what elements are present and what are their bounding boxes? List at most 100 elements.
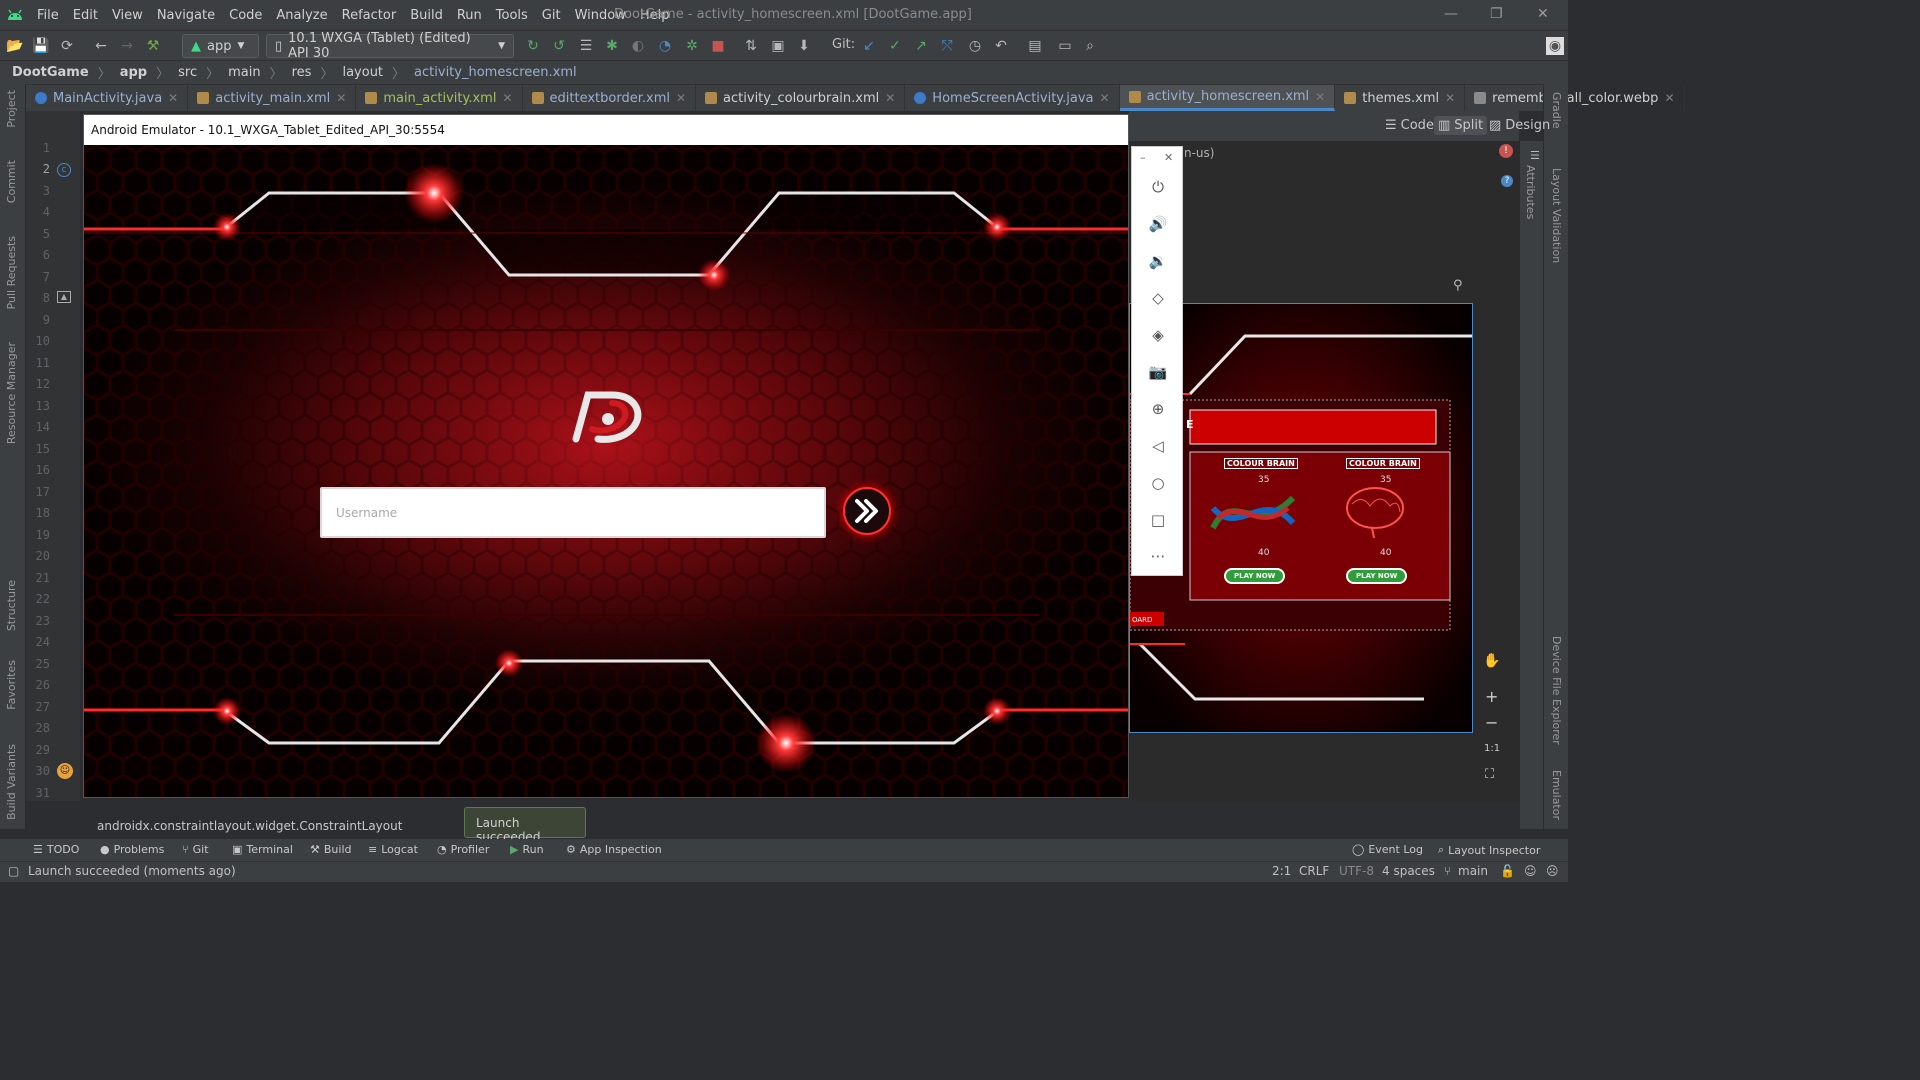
zoom-icon[interactable]: ⊕: [1148, 400, 1168, 418]
tool-event-log[interactable]: ◯ Event Log: [1352, 843, 1423, 856]
close-icon[interactable]: ✕: [336, 91, 346, 105]
minimize-icon[interactable]: –: [1140, 151, 1146, 164]
debug-icon[interactable]: ✱: [603, 37, 621, 55]
apply-code-changes-icon[interactable]: ↺: [550, 37, 568, 55]
sync-gradle-icon[interactable]: ⇅: [742, 37, 760, 55]
coverage-icon[interactable]: ◐: [629, 37, 647, 55]
image-preview-icon[interactable]: ▲: [57, 291, 71, 303]
play-now-button[interactable]: PLAY NOW: [1224, 568, 1286, 584]
sync-icon[interactable]: ⟳: [58, 37, 76, 55]
play-now-button[interactable]: PLAY NOW: [1346, 568, 1408, 584]
tool-layout-validation[interactable]: Layout Validation: [1550, 168, 1563, 263]
tool-app-inspection[interactable]: ⚙ App Inspection: [566, 843, 662, 856]
back-icon[interactable]: ◁: [1148, 437, 1168, 455]
volume-up-icon[interactable]: 🔊: [1148, 215, 1168, 233]
emulator-screen[interactable]: Username: [84, 145, 1128, 797]
caret-position[interactable]: 2:1: [1272, 864, 1291, 878]
tool-resource-manager[interactable]: Resource Manager: [5, 342, 18, 444]
tool-attributes[interactable]: Attributes: [1524, 165, 1537, 219]
close-icon[interactable]: ✕: [1100, 91, 1110, 105]
git-update-icon[interactable]: ↙: [860, 37, 878, 55]
tab-remember-all-color-webp[interactable]: remember_all_color.webp ✕: [1465, 85, 1685, 111]
close-icon[interactable]: ✕: [1664, 91, 1674, 105]
menu-run[interactable]: Run: [450, 8, 489, 23]
device-manager-icon[interactable]: ▣: [769, 37, 787, 55]
tab-activity-homescreen-xml[interactable]: activity_homescreen.xml ✕: [1119, 85, 1336, 111]
tool-commit[interactable]: Commit: [5, 160, 18, 203]
breadcrumb-module[interactable]: app: [120, 65, 147, 80]
pan-hand-icon[interactable]: ✋: [1483, 653, 1500, 669]
tab-homescreenactivity-java[interactable]: HomeScreenActivity.java ✕: [905, 85, 1120, 111]
camera-icon[interactable]: 📷: [1148, 363, 1168, 381]
breadcrumb-project[interactable]: DootGame: [12, 65, 89, 80]
split-view-button[interactable]: ▥ Split: [1434, 116, 1488, 135]
open-icon[interactable]: 📂: [6, 37, 24, 55]
git-commit-icon[interactable]: ✓: [886, 37, 904, 55]
menu-refactor[interactable]: Refactor: [335, 8, 404, 23]
tool-profiler[interactable]: ◔ Profiler: [437, 843, 489, 856]
zoom-fit-icon[interactable]: ⛶: [1485, 767, 1494, 782]
rotate-left-icon[interactable]: ◇: [1148, 289, 1168, 307]
overview-icon[interactable]: □: [1148, 511, 1168, 529]
tool-problems[interactable]: ● Problems: [100, 843, 164, 856]
tab-activity-main-xml[interactable]: activity_main.xml ✕: [188, 85, 357, 111]
attach-debugger-icon[interactable]: ✲: [683, 37, 701, 55]
tool-run[interactable]: ▶ Run: [510, 843, 544, 856]
tab-edittextborder-xml[interactable]: edittextborder.xml ✕: [523, 85, 697, 111]
tool-emulator[interactable]: Emulator: [1550, 770, 1563, 820]
make-project-icon[interactable]: ⚒: [144, 37, 162, 55]
home-icon[interactable]: ○: [1148, 474, 1168, 492]
menu-navigate[interactable]: Navigate: [150, 8, 222, 23]
username-input[interactable]: Username: [320, 487, 826, 538]
sdk-manager-icon[interactable]: ⬇: [795, 37, 813, 55]
menu-code[interactable]: Code: [222, 8, 269, 23]
run-config-select[interactable]: ▲ app ▼: [182, 34, 259, 58]
breadcrumb-src[interactable]: src: [178, 65, 197, 80]
tool-git[interactable]: ⑂ Git: [182, 843, 209, 856]
more-icon[interactable]: ⋯: [1148, 547, 1168, 565]
stop-icon[interactable]: ■: [709, 37, 727, 55]
power-icon[interactable]: ⏻: [1148, 178, 1168, 196]
git-push-icon[interactable]: ↗: [912, 37, 930, 55]
menu-analyze[interactable]: Analyze: [269, 8, 334, 23]
rollback-icon[interactable]: ↶: [992, 37, 1010, 55]
close-icon[interactable]: ✕: [502, 91, 512, 105]
error-icon[interactable]: !: [1499, 144, 1513, 158]
menu-git[interactable]: Git: [535, 8, 568, 23]
design-view-button[interactable]: ▨ Design: [1485, 116, 1554, 135]
code-view-button[interactable]: ☰ Code: [1381, 116, 1438, 135]
tab-mainactivity-java[interactable]: MainActivity.java ✕: [26, 85, 189, 111]
close-icon[interactable]: ✕: [885, 91, 895, 105]
menu-file[interactable]: File: [30, 8, 66, 23]
feedback-icon[interactable]: ☹: [1546, 864, 1559, 878]
tool-terminal[interactable]: ▣ Terminal: [232, 843, 293, 856]
minimize-icon[interactable]: —: [1444, 6, 1458, 22]
tab-main-activity-xml[interactable]: main_activity.xml ✕: [356, 85, 523, 111]
close-icon[interactable]: ✕: [168, 91, 178, 105]
breadcrumb-res[interactable]: res: [292, 65, 312, 80]
tool-project[interactable]: Project: [5, 90, 18, 128]
close-icon[interactable]: ✕: [1315, 90, 1325, 104]
tool-logcat[interactable]: ≡ Logcat: [368, 843, 418, 856]
class-marker-icon[interactable]: c: [57, 163, 71, 177]
close-icon[interactable]: ✕: [1445, 91, 1455, 105]
tool-device-file-explorer[interactable]: Device File Explorer: [1550, 636, 1563, 745]
tool-favorites[interactable]: Favorites: [5, 660, 18, 710]
lock-icon[interactable]: 🔓: [1500, 864, 1515, 878]
rotate-right-icon[interactable]: ◈: [1148, 326, 1168, 344]
file-encoding[interactable]: UTF-8: [1339, 864, 1374, 878]
tab-activity-colourbrain-xml[interactable]: activity_colourbrain.xml ✕: [696, 85, 906, 111]
search-icon[interactable]: ⌕: [1081, 37, 1099, 55]
indent-setting[interactable]: 4 spaces: [1382, 864, 1435, 878]
status-toggle-icon[interactable]: ▢: [8, 864, 19, 878]
apply-changes-icon[interactable]: ↻: [524, 37, 542, 55]
device-select[interactable]: ▯ 10.1 WXGA (Tablet) (Edited) API 30 ▼: [266, 31, 514, 61]
project-structure-icon[interactable]: ▤: [1026, 37, 1044, 55]
menu-edit[interactable]: Edit: [66, 8, 105, 23]
save-icon[interactable]: 💾: [32, 37, 50, 55]
breadcrumb-file[interactable]: activity_homescreen.xml: [414, 65, 577, 80]
menu-build[interactable]: Build: [403, 8, 450, 23]
locale-select[interactable]: n-us): [1184, 146, 1214, 160]
breadcrumb-main[interactable]: main: [228, 65, 260, 80]
layout-icon[interactable]: ▭: [1056, 37, 1074, 55]
